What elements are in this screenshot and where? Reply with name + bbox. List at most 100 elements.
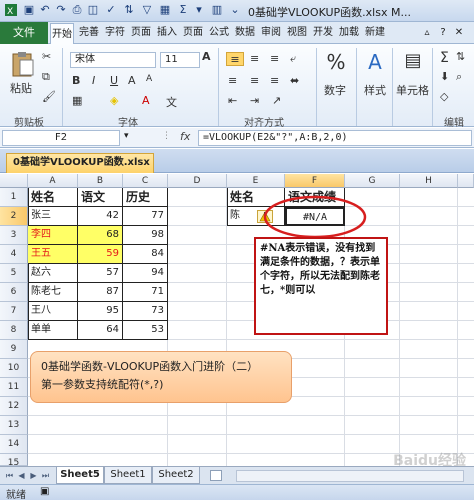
redo-icon[interactable]: ↷ [54,3,68,17]
row-header[interactable]: 11 [0,378,28,397]
fx-button[interactable]: fx [180,130,190,143]
tab-view[interactable]: 视图 [284,22,310,44]
table-cell-history[interactable]: 84 [123,245,168,264]
tab-data[interactable]: 数据 [232,22,258,44]
macro-record-icon[interactable]: ▣ [40,486,49,497]
tab-file[interactable]: 文件 [0,22,48,44]
style-icon[interactable]: A [362,50,388,74]
row-header[interactable]: 10 [0,359,28,378]
table-cell-chinese[interactable]: 64 [78,321,123,340]
sum-icon[interactable]: Σ [176,3,190,17]
tab-new[interactable]: 新建 [362,22,388,44]
column-header[interactable]: D [168,174,227,188]
tab-review[interactable]: 审阅 [258,22,284,44]
table-cell-name[interactable]: 单单 [28,321,78,340]
grow-font-size-icon[interactable]: A [128,74,136,87]
sheet-tab[interactable]: Sheet2 [152,467,200,484]
clear-icon[interactable]: ◇ [440,90,448,103]
align-bottom-icon[interactable]: ≡ [270,52,279,65]
column-header[interactable]: C [123,174,168,188]
table-cell-chinese[interactable]: 87 [78,283,123,302]
prev-sheet-icon[interactable]: ◀ [16,469,27,482]
preview-icon[interactable]: ◫ [86,3,100,17]
tab-2[interactable]: 完善 [76,22,102,44]
underline-button[interactable]: U [110,74,118,87]
chart-icon[interactable]: ▥ [210,3,224,17]
sheet-tab[interactable]: Sheet1 [104,467,152,484]
table-cell-history[interactable]: 98 [123,226,168,245]
find-icon[interactable]: ⌕ [456,70,462,84]
cells-icon[interactable]: ▤ [398,50,428,71]
tab-3[interactable]: 字符 [102,22,128,44]
percent-icon[interactable]: % [322,50,350,74]
decrease-indent-icon[interactable]: ⇤ [228,94,237,107]
number-label[interactable]: 数字 [324,82,346,98]
minimize-ribbon-icon[interactable]: ▵ [420,22,434,44]
align-middle-icon[interactable]: ≡ [250,52,259,65]
row-header[interactable]: 3 [0,226,28,245]
sort-icon[interactable]: ⇅ [122,3,136,17]
new-sheet-icon[interactable] [210,470,222,481]
row-header[interactable]: 12 [0,397,28,416]
fill-icon[interactable]: ⬇ [440,70,449,83]
tab-formulas[interactable]: 公式 [206,22,232,44]
row-header[interactable]: 15 [0,454,28,468]
table-cell-history[interactable]: 71 [123,283,168,302]
tab-4[interactable]: 页面 [128,22,154,44]
spell-icon[interactable]: ✓ [104,3,118,17]
table-cell-chinese[interactable]: 57 [78,264,123,283]
table-cell-chinese[interactable]: 42 [78,207,123,226]
table-cell-chinese-highlight[interactable]: 68 [78,226,123,245]
sheet-tab[interactable]: Sheet5 [56,467,104,484]
tab-insert[interactable]: 插入 [154,22,180,44]
first-sheet-icon[interactable]: ⏮ [4,469,15,482]
table-cell-chinese[interactable]: 95 [78,302,123,321]
table-cell-name-highlight[interactable]: 王五 [28,245,78,264]
fill-color-icon[interactable]: ◈ [110,94,118,107]
horizontal-scrollbar[interactable] [236,470,464,482]
align-center-icon[interactable]: ≡ [250,74,259,87]
border-icon[interactable]: ▦ [72,94,82,107]
close-workbook-icon[interactable]: ✕ [452,22,466,44]
copy-icon[interactable]: ⧉ [42,70,50,84]
table-header-name[interactable]: 姓名 [28,188,78,207]
autosum-icon[interactable]: Σ [440,50,449,66]
bold-button[interactable]: B [72,74,80,87]
row-header[interactable]: 4 [0,245,28,264]
save-icon[interactable]: ▣ [22,3,36,17]
table-icon[interactable]: ▦ [158,3,172,17]
table-cell-name[interactable]: 赵六 [28,264,78,283]
table-cell-chinese-highlight[interactable]: 59 [78,245,123,264]
table-cell-history[interactable]: 73 [123,302,168,321]
next-sheet-icon[interactable]: ▶ [28,469,39,482]
font-color-icon[interactable]: A [142,94,150,107]
column-header[interactable]: A [28,174,78,188]
wrap-text-icon[interactable]: ⤶ [290,52,296,66]
row-header-active[interactable]: 2 [0,207,28,226]
column-header[interactable]: B [78,174,123,188]
table-cell-history[interactable]: 53 [123,321,168,340]
last-sheet-icon[interactable]: ⏭ [40,469,51,482]
workbook-tab[interactable]: 0基础学VLOOKUP函数.xlsx [6,153,154,173]
row-header[interactable]: 5 [0,264,28,283]
table-cell-name[interactable]: 王八 [28,302,78,321]
row-header[interactable]: 9 [0,340,28,359]
merge-icon[interactable]: ⬌ [290,74,299,87]
row-header[interactable]: 8 [0,321,28,340]
name-box-dropdown-icon[interactable]: ▾ [124,131,129,141]
orientation-icon[interactable]: ↗ [272,94,281,107]
tab-addins[interactable]: 加载 [336,22,362,44]
dropdown-icon[interactable]: ▾ [192,3,206,17]
row-header[interactable]: 13 [0,416,28,435]
row-header[interactable]: 1 [0,188,28,207]
format-painter-icon[interactable]: 🖌 [42,90,56,103]
name-box[interactable]: F2 [2,130,120,146]
undo-icon[interactable]: ↶ [38,3,52,17]
filter-icon[interactable]: ▽ [140,3,154,17]
customize-icon[interactable]: ⌄ [228,3,242,17]
row-header[interactable]: 14 [0,435,28,454]
sort-filter-icon[interactable]: ⇅ [456,50,465,63]
formula-cancel-icon[interactable]: ⋮ [162,131,171,141]
print-icon[interactable]: ⎙ [70,3,84,17]
align-right-icon[interactable]: ≡ [270,74,279,87]
